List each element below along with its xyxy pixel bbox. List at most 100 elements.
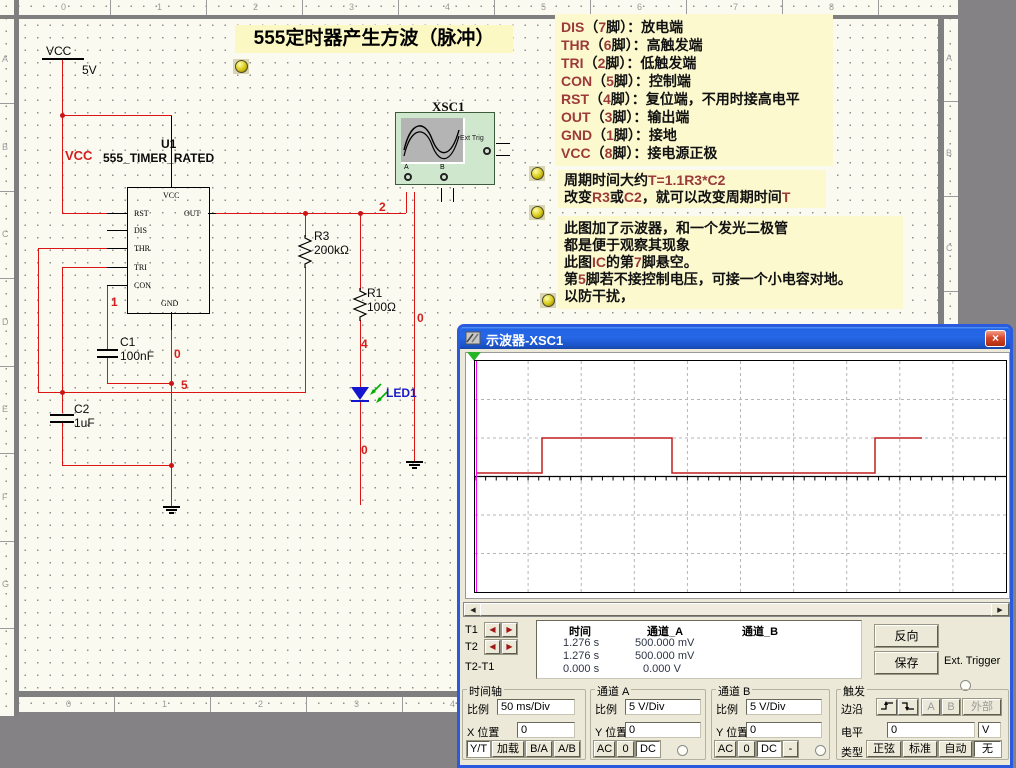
chb-zero-button[interactable]: 0 (738, 741, 755, 757)
c1-value-label[interactable]: 100nF (120, 349, 154, 363)
resistor-r3[interactable] (297, 235, 314, 268)
wire-segment[interactable] (171, 330, 172, 506)
chb-ypos-input[interactable]: 0 (746, 722, 822, 738)
cha-dc-button[interactable]: DC (636, 741, 660, 757)
wire-segment[interactable] (62, 213, 107, 214)
xsc1-terminal[interactable] (483, 147, 491, 155)
rising-edge-button[interactable] (877, 699, 897, 715)
chb-ac-button[interactable]: AC (715, 741, 736, 757)
ground-symbol[interactable] (163, 506, 180, 515)
xsc1-instrument[interactable]: Ext Trig A B (395, 112, 495, 185)
mode-ab-button[interactable]: A/B (554, 741, 580, 757)
wire-segment[interactable] (305, 267, 306, 392)
mode-ba-button[interactable]: B/A (526, 741, 552, 757)
wire-segment[interactable] (62, 60, 63, 115)
u1-555-timer[interactable]: VCC RST DIS THR TRI CON OUT GND (127, 187, 210, 314)
trigger-type-normal-button[interactable]: 标准 (903, 741, 937, 757)
pushpin-icon[interactable] (540, 293, 556, 308)
net-label-0-gnd[interactable]: 0 (174, 347, 181, 361)
t1-cursor-line[interactable] (476, 361, 477, 592)
r3-value-label[interactable]: 200kΩ (314, 243, 349, 257)
close-icon[interactable]: × (985, 330, 1006, 347)
r3-ref-label[interactable]: R3 (314, 229, 329, 243)
trigger-source-a-button[interactable]: A (922, 699, 940, 715)
r1-ref-label[interactable]: R1 (367, 286, 382, 300)
vcc-symbol-label[interactable]: VCC (46, 44, 71, 58)
level-unit-box[interactable]: V (978, 722, 1001, 738)
u1-part-label[interactable]: 555_TIMER_RATED (103, 151, 214, 165)
wire-segment[interactable] (360, 320, 361, 387)
t2-right-button[interactable]: ▶ (502, 640, 517, 654)
cha-zero-button[interactable]: 0 (617, 741, 634, 757)
net-label-2[interactable]: 2 (379, 200, 386, 214)
wire-segment[interactable] (107, 383, 171, 384)
wire-segment[interactable] (406, 192, 407, 213)
scroll-right-icon[interactable]: ▶ (991, 603, 1009, 616)
capacitor-c1[interactable] (97, 356, 118, 358)
vcc-value-label[interactable]: 5V (82, 63, 97, 77)
net-label-vcc[interactable]: VCC (65, 148, 92, 163)
c2-value-label[interactable]: 1uF (74, 416, 95, 430)
wire-segment[interactable] (62, 465, 171, 466)
wire-segment[interactable] (62, 115, 63, 213)
ground-symbol[interactable] (406, 461, 423, 470)
schematic-title[interactable]: 555定时器产生方波（脉冲） (235, 25, 513, 53)
chb-scale-input[interactable]: 5 V/Div (746, 699, 822, 715)
cha-ypos-input[interactable]: 0 (625, 722, 701, 738)
net-label-0-led[interactable]: 0 (361, 443, 368, 457)
note-period-formula[interactable]: 周期时间大约T=1.1R3*C2改变R3或C2，就可以改变周期时间T (558, 170, 826, 208)
pushpin-icon[interactable] (529, 205, 545, 220)
chb-minus-button[interactable]: - (783, 741, 798, 757)
wire-segment[interactable] (107, 358, 108, 383)
mode-add-button[interactable]: 加载 (492, 741, 524, 757)
net-label-1[interactable]: 1 (111, 295, 118, 309)
timebase-scale-input[interactable]: 50 ms/Div (497, 699, 575, 715)
led1-ref-label[interactable]: LED1 (386, 386, 417, 400)
save-button[interactable]: 保存 (875, 652, 938, 674)
wire-segment[interactable] (38, 248, 39, 392)
trigger-type-none-button[interactable]: 无 (974, 741, 1001, 757)
chb-dc-button[interactable]: DC (757, 741, 781, 757)
wire-segment[interactable] (107, 285, 108, 349)
t1-left-button[interactable]: ◀ (485, 623, 500, 637)
c1-ref-label[interactable]: C1 (120, 335, 135, 349)
wire-segment[interactable] (62, 267, 107, 268)
net-label-4[interactable]: 4 (361, 337, 368, 351)
cha-radio[interactable] (677, 745, 688, 756)
trigger-type-auto-button[interactable]: 自动 (939, 741, 972, 757)
wire-segment[interactable] (62, 115, 172, 116)
falling-edge-button[interactable] (898, 699, 918, 715)
cha-ac-button[interactable]: AC (594, 741, 615, 757)
level-input[interactable]: 0 (887, 722, 975, 738)
wire-segment[interactable] (62, 267, 63, 392)
t2-left-button[interactable]: ◀ (485, 640, 500, 654)
wire-segment[interactable] (62, 392, 63, 413)
trigger-source-ext-button[interactable]: 外部 (963, 699, 1001, 715)
pushpin-icon[interactable] (529, 166, 545, 181)
wire-segment[interactable] (360, 213, 361, 290)
chb-radio[interactable] (815, 745, 826, 756)
u1-ref-label[interactable]: U1 (161, 137, 176, 151)
scope-scrollbar[interactable]: ◀ ▶ (463, 602, 1010, 617)
net-label-5[interactable]: 5 (181, 378, 188, 392)
net-label-0-scope[interactable]: 0 (417, 311, 424, 325)
window-titlebar[interactable]: 示波器-XSC1 × (460, 327, 1010, 349)
capacitor-c2[interactable] (50, 414, 74, 416)
capacitor-c2[interactable] (50, 421, 74, 423)
trigger-type-single-button[interactable]: 正弦 (867, 741, 901, 757)
wire-segment[interactable] (215, 213, 406, 214)
xsc1-terminal[interactable] (440, 173, 448, 181)
trigger-source-b-button[interactable]: B (942, 699, 960, 715)
note-pin-functions[interactable]: DIS（7脚）：放电端THR（6脚）：高触发端TRI（2脚）：低触发端CON（5… (555, 14, 833, 166)
scrollbar-thumb[interactable] (480, 603, 993, 616)
r1-value-label[interactable]: 100Ω (367, 300, 396, 314)
wire-segment[interactable] (62, 423, 63, 465)
vcc-symbol-bar[interactable] (42, 58, 84, 60)
mode-yt-button[interactable]: Y/T (467, 741, 490, 757)
wire-segment[interactable] (38, 248, 107, 249)
t1-right-button[interactable]: ▶ (502, 623, 517, 637)
reverse-button[interactable]: 反向 (875, 625, 938, 647)
note-tips[interactable]: 此图加了示波器，和一个发光二极管都是便于观察其现象此图IC的第7脚悬空。第5脚若… (558, 216, 903, 309)
xsc1-terminal[interactable] (404, 173, 412, 181)
wire-segment[interactable] (414, 192, 415, 461)
